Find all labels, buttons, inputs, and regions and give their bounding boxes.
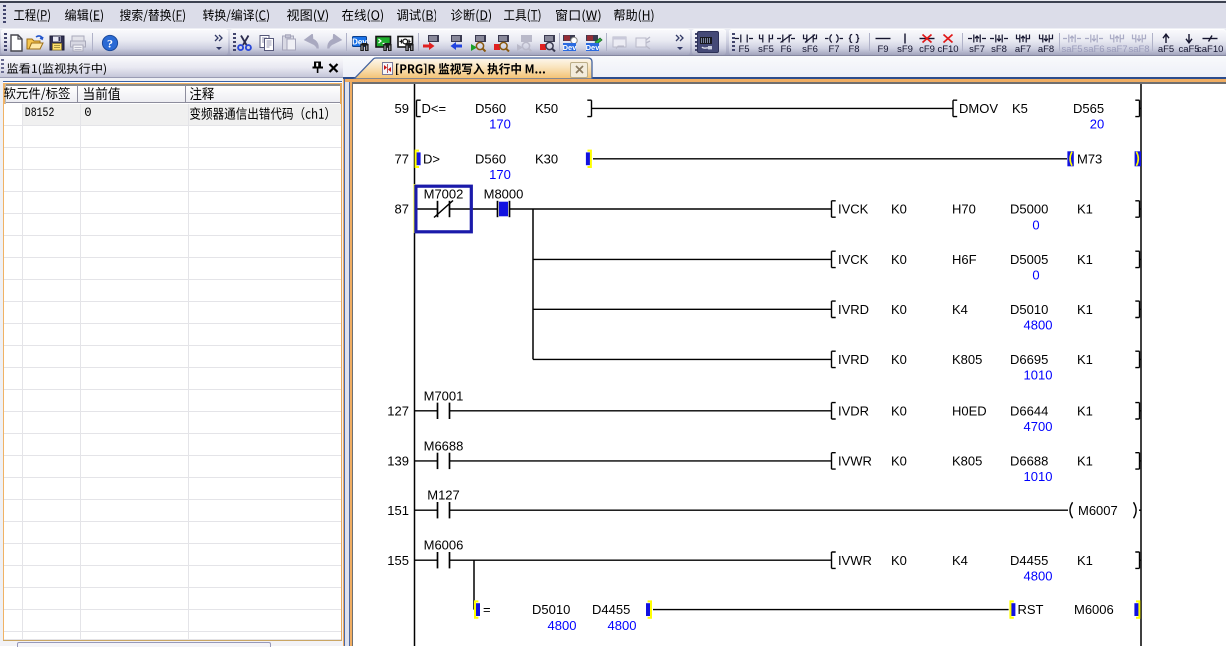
svg-text:IVWR: IVWR	[838, 553, 872, 568]
svg-text:RST: RST	[1018, 602, 1044, 617]
svg-text:IVDR: IVDR	[838, 403, 869, 418]
svg-text:D5010: D5010	[532, 602, 570, 617]
svg-text:K0: K0	[891, 403, 907, 418]
svg-text:139: 139	[387, 454, 409, 469]
svg-text:D6695: D6695	[1010, 352, 1048, 367]
svg-text:D5010: D5010	[1010, 302, 1048, 317]
svg-text:H6F: H6F	[952, 252, 977, 267]
svg-text:D<=: D<=	[422, 101, 447, 116]
svg-text:K0: K0	[891, 252, 907, 267]
svg-text:M6007: M6007	[1078, 503, 1118, 518]
svg-text:170: 170	[489, 117, 511, 132]
svg-text:H70: H70	[952, 202, 976, 217]
svg-text:127: 127	[387, 403, 409, 418]
svg-text:K4: K4	[952, 553, 968, 568]
svg-text:IVCK: IVCK	[838, 252, 869, 267]
svg-text:D6688: D6688	[1010, 454, 1048, 469]
svg-text:D5000: D5000	[1010, 202, 1048, 217]
svg-text:DMOV: DMOV	[959, 101, 998, 116]
svg-text:H0ED: H0ED	[952, 403, 987, 418]
svg-text:87: 87	[395, 202, 409, 217]
svg-text:0: 0	[1032, 217, 1039, 232]
svg-text:4800: 4800	[1024, 569, 1053, 584]
svg-text:155: 155	[387, 553, 409, 568]
svg-text:D4455: D4455	[1010, 553, 1048, 568]
svg-text:K0: K0	[891, 454, 907, 469]
svg-text:K0: K0	[891, 202, 907, 217]
svg-text:D>: D>	[423, 151, 440, 166]
svg-text:D5005: D5005	[1010, 252, 1048, 267]
svg-text:K1: K1	[1077, 252, 1093, 267]
svg-text:1010: 1010	[1024, 368, 1053, 383]
svg-text:K0: K0	[891, 553, 907, 568]
svg-text:20: 20	[1090, 117, 1104, 132]
svg-text:K1: K1	[1077, 454, 1093, 469]
svg-text:D4455: D4455	[592, 602, 630, 617]
svg-text:K1: K1	[1077, 302, 1093, 317]
svg-text:K4: K4	[952, 302, 968, 317]
svg-text:K0: K0	[891, 352, 907, 367]
svg-text:K1: K1	[1077, 352, 1093, 367]
svg-text:M6006: M6006	[424, 538, 464, 553]
svg-text:4800: 4800	[548, 618, 577, 633]
svg-text:D560: D560	[475, 101, 506, 116]
svg-text:M127: M127	[427, 488, 460, 503]
svg-text:0: 0	[1032, 268, 1039, 283]
svg-text:K0: K0	[891, 302, 907, 317]
svg-text:1010: 1010	[1024, 469, 1053, 484]
svg-text:IVRD: IVRD	[838, 302, 869, 317]
svg-text:IVWR: IVWR	[838, 454, 872, 469]
svg-text:K30: K30	[535, 151, 558, 166]
svg-text:K805: K805	[952, 352, 982, 367]
svg-text:D565: D565	[1073, 101, 1104, 116]
svg-text:M8000: M8000	[484, 187, 524, 202]
svg-text:K1: K1	[1077, 553, 1093, 568]
svg-text:151: 151	[387, 503, 409, 518]
svg-text:K1: K1	[1077, 202, 1093, 217]
svg-text:=: =	[483, 602, 491, 617]
svg-text:K805: K805	[952, 454, 982, 469]
svg-text:M7002: M7002	[424, 187, 464, 202]
svg-text:4800: 4800	[1024, 318, 1053, 333]
svg-text:59: 59	[395, 101, 409, 116]
svg-text:K1: K1	[1077, 403, 1093, 418]
svg-text:170: 170	[489, 167, 511, 182]
svg-text:77: 77	[395, 151, 409, 166]
svg-text:IVCK: IVCK	[838, 202, 869, 217]
svg-text:M6006: M6006	[1074, 602, 1114, 617]
svg-text:D560: D560	[475, 151, 506, 166]
svg-text:IVRD: IVRD	[838, 352, 869, 367]
svg-text:M6688: M6688	[424, 438, 464, 453]
svg-text:M73: M73	[1077, 151, 1102, 166]
svg-text:4800: 4800	[608, 618, 637, 633]
svg-text:4700: 4700	[1024, 419, 1053, 434]
svg-text:K50: K50	[535, 101, 558, 116]
svg-text:D6644: D6644	[1010, 403, 1048, 418]
svg-text:M7001: M7001	[424, 388, 464, 403]
svg-text:K5: K5	[1012, 101, 1028, 116]
